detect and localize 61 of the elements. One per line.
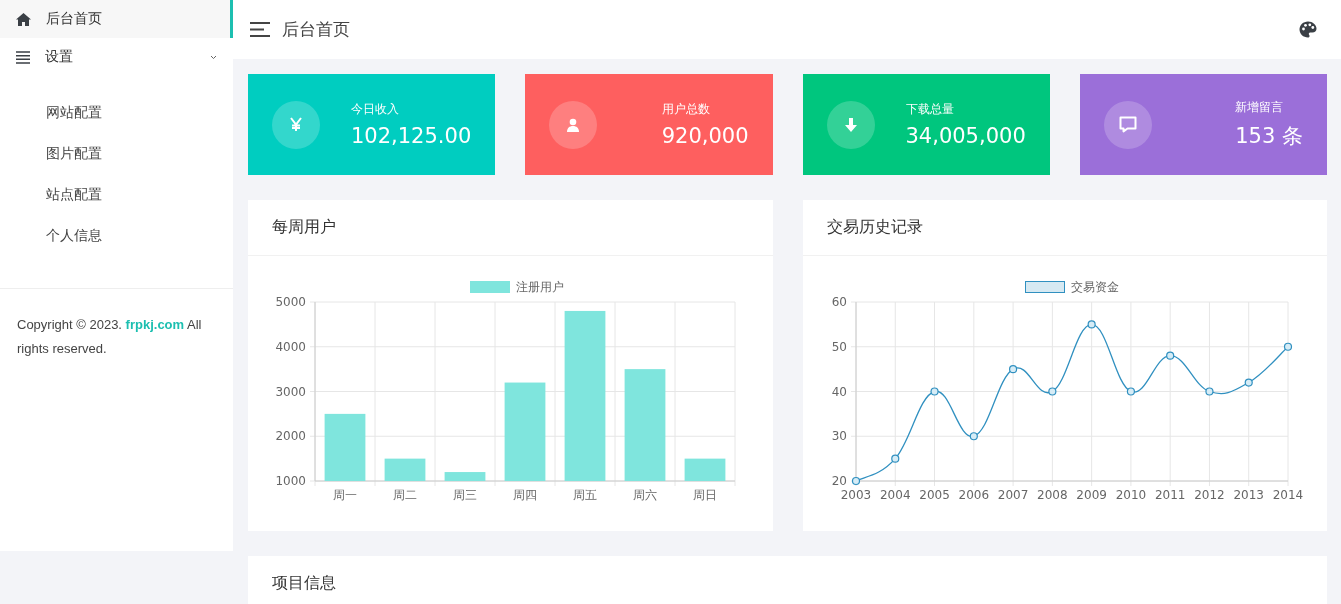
legend-swatch: [470, 281, 510, 293]
axis-label: 40: [831, 384, 847, 399]
axis-label: 周四: [513, 488, 537, 502]
axis-label: 2014: [1272, 488, 1303, 502]
axis-label: 周日: [693, 488, 717, 502]
sidebar-subitem[interactable]: 个人信息: [0, 215, 233, 256]
stat-label: 今日收入: [351, 101, 400, 118]
yen-icon: [290, 117, 302, 132]
axis-label: 2013: [1232, 488, 1264, 502]
axis-label: 周五: [573, 488, 597, 502]
axis-label: 3000: [275, 384, 306, 399]
axis-label: 1000: [275, 474, 306, 488]
home-icon: [16, 12, 31, 26]
user-icon: [566, 117, 581, 132]
card-title: 项目信息: [272, 573, 336, 594]
stat-value: 920,000: [661, 124, 749, 148]
axis-label: 周二: [393, 488, 417, 502]
legend-label: 交易资金: [1070, 280, 1119, 294]
axis-label: 2005: [918, 488, 950, 502]
axis-label: 周三: [453, 488, 477, 502]
stat-value: 102,125.00: [351, 124, 472, 148]
axis-label: 周六: [633, 488, 657, 502]
sidebar-item[interactable]: 设置: [0, 38, 233, 76]
sidebar-item[interactable]: 后台首页: [0, 0, 233, 38]
axis-label: 2012: [1193, 488, 1225, 502]
stat-label: 下载总量: [905, 101, 955, 118]
axis-label: 30: [831, 429, 847, 444]
copyright-text: Copyright © 2023. frpkj.com All rights reserved.: [0, 288, 233, 385]
stat-label: 用户总数: [661, 101, 711, 118]
sidebar-subitem[interactable]: 站点配置: [0, 174, 233, 215]
chevron-down-icon: [210, 54, 217, 60]
axis-label: 2008: [1036, 488, 1068, 502]
card-title: 每周用户: [272, 217, 336, 238]
card-title: 交易历史记录: [826, 217, 923, 238]
axis-label: 2000: [275, 429, 306, 444]
axis-label: 2010: [1115, 488, 1146, 502]
menu-icon[interactable]: [250, 22, 270, 37]
axis-label: 2003: [840, 488, 871, 502]
stat-label: 新增留言: [1235, 99, 1285, 116]
list-icon: [16, 50, 30, 64]
palette-icon[interactable]: [1299, 21, 1317, 38]
sidebar-subitem[interactable]: 图片配置: [0, 133, 233, 174]
axis-label: 4000: [275, 339, 306, 354]
axis-label: 20: [831, 474, 847, 488]
sidebar-subitem[interactable]: 网站配置: [0, 92, 233, 133]
message-icon: [1118, 116, 1137, 133]
legend-label: 注册用户: [516, 280, 564, 294]
stat-value: 34,005,000: [905, 124, 1026, 148]
arrow-down-icon: [844, 117, 857, 132]
axis-label: 2004: [879, 488, 911, 502]
axis-label: 5000: [275, 295, 306, 309]
axis-label: 50: [831, 339, 847, 354]
axis-label: 2007: [997, 488, 1028, 502]
page-title: 后台首页: [282, 18, 351, 41]
legend-swatch: [1024, 281, 1065, 293]
stat-value: 153 条: [1235, 123, 1303, 150]
axis-label: 周一: [333, 488, 357, 502]
axis-label: 60: [831, 295, 847, 309]
axis-label: 2009: [1075, 488, 1107, 502]
axis-label: 2006: [958, 488, 989, 502]
axis-label: 2011: [1154, 488, 1185, 502]
